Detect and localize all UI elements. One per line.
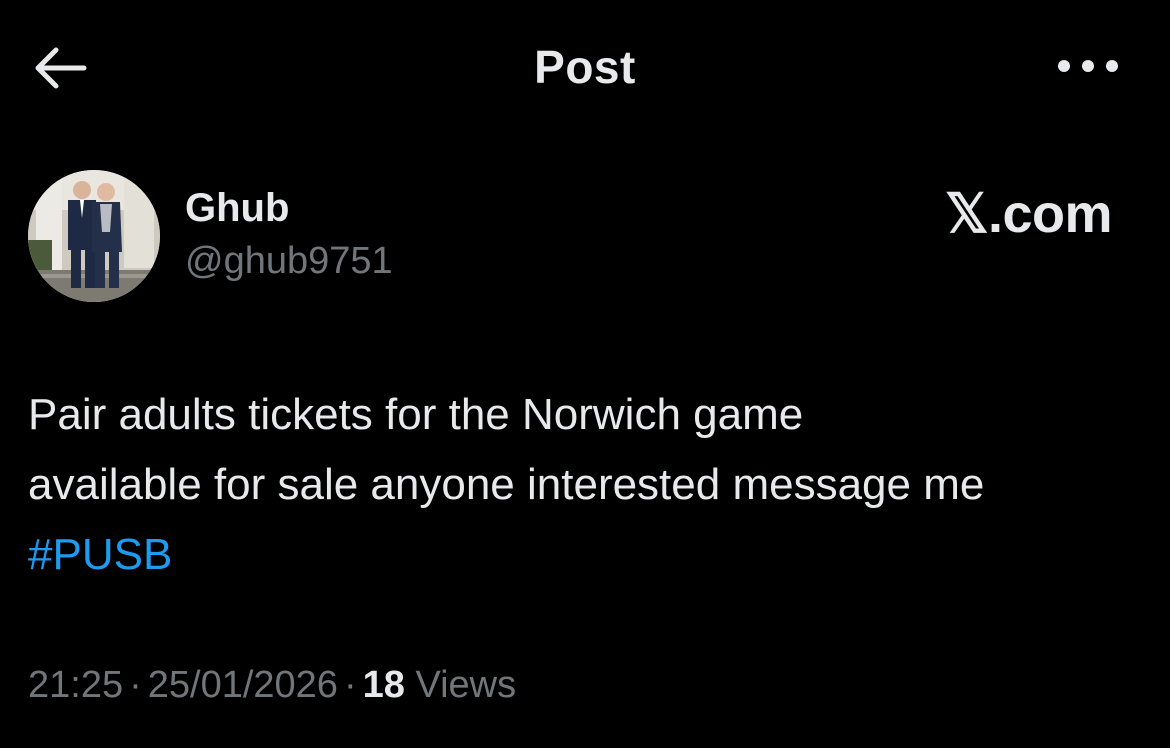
post-date: 25/01/2026 bbox=[147, 664, 338, 706]
post-time: 21:25 bbox=[28, 664, 124, 706]
post-text-line-2: available for sale anyone interested mes… bbox=[28, 460, 985, 509]
views-count[interactable]: 18 bbox=[363, 664, 405, 706]
avatar-photo bbox=[28, 170, 160, 302]
avatar[interactable] bbox=[28, 170, 160, 302]
xcom-watermark: 𝕏.com bbox=[944, 184, 1113, 244]
separator: · bbox=[129, 664, 142, 706]
post-text: Pair adults tickets for the Norwich game… bbox=[28, 380, 1148, 590]
author-handle[interactable]: @ghub9751 bbox=[185, 240, 393, 283]
views-label: Views bbox=[415, 664, 517, 706]
author-name[interactable]: Ghub bbox=[185, 186, 289, 231]
post-metadata: 21:25 · 25/01/2026 · 18 Views bbox=[28, 664, 516, 707]
top-bar: Post bbox=[0, 0, 1170, 134]
more-options-button[interactable] bbox=[1052, 46, 1124, 86]
page-title: Post bbox=[534, 41, 636, 93]
post-text-line-1: Pair adults tickets for the Norwich game bbox=[28, 390, 804, 439]
hashtag-link[interactable]: #PUSB bbox=[28, 530, 172, 579]
more-horizontal-icon bbox=[1058, 60, 1118, 72]
separator: · bbox=[343, 664, 357, 706]
